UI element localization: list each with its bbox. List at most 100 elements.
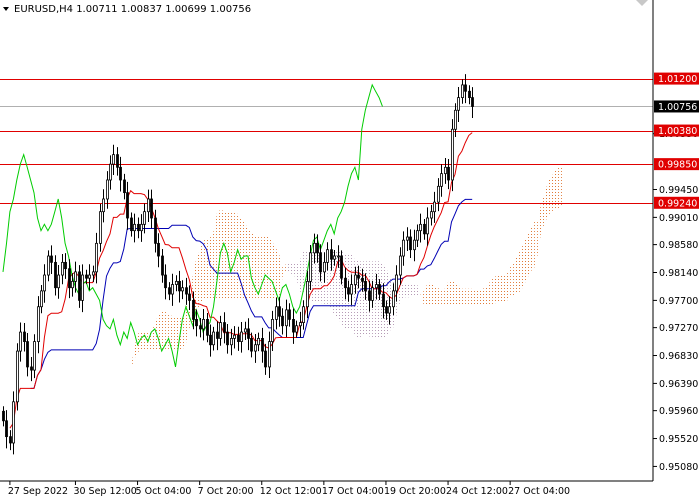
- candle-body: [188, 293, 191, 301]
- candle-body: [364, 280, 367, 292]
- price-axis: 0.95080 0.95520 0.95960 0.96390 0.96830 0.972…: [653, 72, 699, 473]
- kumo-segment: [510, 263, 514, 296]
- kumo-segment: [451, 281, 455, 306]
- kumo-segment: [199, 240, 204, 305]
- kumo-segment: [496, 275, 500, 303]
- candle-body: [388, 306, 391, 314]
- price-tick-label: 0.98140: [659, 268, 698, 279]
- candle-body: [112, 154, 115, 165]
- price-tick-label: 0.98580: [659, 240, 698, 251]
- candle-body: [74, 271, 77, 282]
- candle-body: [433, 201, 436, 213]
- price-tick-label: 0.96830: [659, 351, 698, 362]
- candle-body: [192, 299, 195, 320]
- candle-body: [313, 242, 316, 254]
- level-price-tag: 1.00380: [654, 124, 699, 137]
- candle-body: [9, 436, 12, 444]
- price-tick-label: 0.97270: [659, 323, 698, 334]
- candle-body: [119, 166, 122, 181]
- kumo-segment: [430, 282, 435, 306]
- candle-body: [171, 284, 174, 295]
- candle-body: [368, 290, 371, 301]
- kumo-segment: [479, 289, 483, 306]
- candle-body: [88, 274, 91, 279]
- candle-body: [202, 318, 205, 330]
- kumo-segment: [448, 281, 452, 306]
- candle-body: [137, 223, 140, 232]
- candle-body: [95, 242, 98, 273]
- candle-body: [164, 274, 167, 289]
- candle-body: [333, 255, 336, 260]
- candle-body: [43, 274, 46, 292]
- candle-body: [281, 315, 284, 327]
- candle-body: [288, 309, 291, 320]
- candle-body: [109, 163, 112, 181]
- candle-body: [447, 166, 450, 181]
- candle-body: [216, 331, 219, 339]
- kumo-segment: [206, 237, 210, 300]
- candle-body: [440, 173, 443, 187]
- candle-body: [209, 334, 212, 346]
- candle-body: [240, 331, 243, 342]
- kumo-segment: [527, 228, 531, 279]
- time-tick-label: 30 Sep 12:00: [73, 486, 136, 497]
- candle-body: [143, 211, 146, 225]
- candle-body: [16, 350, 19, 403]
- time-tick-label: 19 Oct 20:00: [384, 486, 446, 497]
- candle-body: [71, 280, 74, 289]
- candle-body: [271, 318, 274, 342]
- candle-body: [226, 331, 229, 346]
- candle-body: [47, 255, 50, 276]
- kumo-segment: [141, 331, 145, 350]
- candle-body: [61, 261, 64, 276]
- candle-body: [416, 230, 419, 241]
- kumo-segment: [285, 262, 290, 273]
- kumo-segment: [268, 236, 273, 300]
- candle-body: [178, 280, 181, 292]
- kumo-segment: [272, 241, 276, 300]
- time-tick-label: 17 Oct 04:00: [322, 486, 384, 497]
- candle-body: [399, 255, 402, 276]
- kumo-segment: [482, 287, 486, 306]
- kumo-segment: [427, 282, 431, 306]
- time-tick-label: 5 Oct 04:00: [136, 486, 192, 497]
- candle-body: [361, 277, 364, 282]
- candle-body: [344, 277, 347, 289]
- candle-body: [278, 306, 281, 317]
- candle-body: [306, 280, 309, 308]
- kumo-segment: [454, 281, 459, 306]
- candle-body: [354, 274, 357, 285]
- kumo-segment: [492, 275, 497, 305]
- candle-body: [430, 211, 433, 219]
- candle-body: [409, 236, 412, 251]
- candle-body: [195, 318, 198, 327]
- kumo-segment: [530, 221, 535, 272]
- kumo-segment: [172, 316, 176, 350]
- candle-body: [175, 280, 178, 285]
- candle-body: [5, 420, 8, 438]
- candle-body: [347, 287, 350, 295]
- kumo-segment: [223, 211, 228, 300]
- candle-body: [116, 154, 119, 168]
- candle-body: [326, 249, 329, 263]
- candle-body: [316, 242, 319, 254]
- kumo-segment: [289, 262, 293, 275]
- current-price-tag: 1.00756: [654, 100, 699, 113]
- kumo-segment: [548, 176, 552, 216]
- candle-body: [268, 341, 271, 368]
- candle-body: [150, 198, 153, 219]
- kumo-segment: [220, 209, 224, 300]
- candle-body: [92, 271, 95, 276]
- candle-body: [413, 239, 416, 251]
- candle-body: [464, 84, 467, 92]
- candle-body: [68, 268, 71, 289]
- candle-body: [85, 274, 88, 279]
- candle-body: [30, 366, 33, 371]
- candle-body: [254, 344, 257, 352]
- candle-body: [237, 334, 240, 342]
- candle-body: [223, 322, 226, 333]
- candle[interactable]: [16, 343, 19, 411]
- candle[interactable]: [451, 119, 454, 192]
- current-price-label: 1.00756: [658, 102, 697, 113]
- price-tick-label: 0.95080: [659, 462, 698, 473]
